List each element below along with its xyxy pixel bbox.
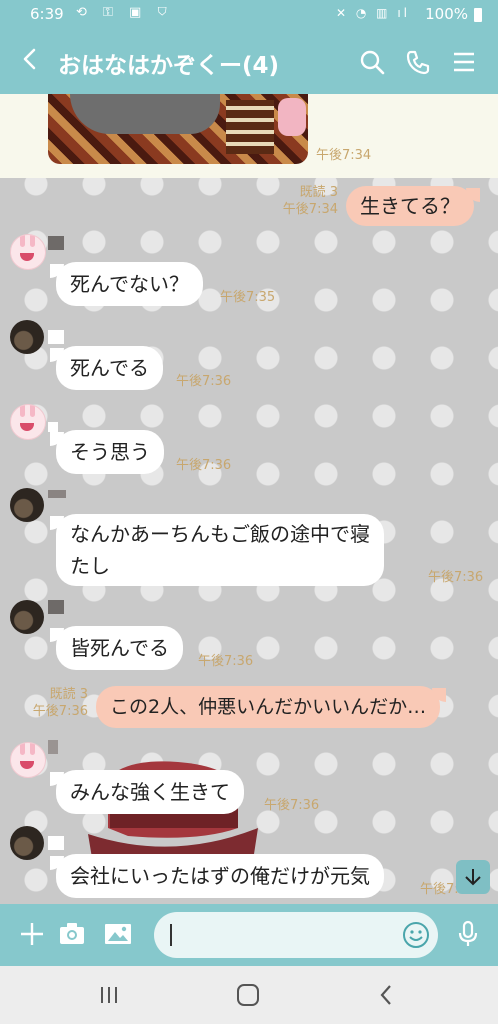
camera-icon[interactable] bbox=[58, 920, 86, 948]
timestamp: 午後7:35 bbox=[220, 290, 276, 305]
timestamp: 午後7:36 bbox=[198, 654, 254, 669]
avatar[interactable] bbox=[10, 826, 44, 860]
avatar[interactable] bbox=[10, 742, 46, 778]
sender-name bbox=[48, 236, 64, 250]
message-bubble-outgoing[interactable]: この2人、仲悪いんだかいいんだか… bbox=[96, 686, 447, 728]
timestamp: 午後7:36 bbox=[176, 374, 232, 389]
timestamp: 午後7: bbox=[420, 882, 459, 897]
status-bar: 6:39 ⟲ ⚿ ▣ ⛉ ✕ ◔ ▥ ıl 100% bbox=[0, 0, 498, 30]
message-bubble-incoming[interactable]: なんかあーちんもご飯の途中で寝 たし bbox=[50, 514, 384, 586]
emoji-icon[interactable] bbox=[402, 921, 430, 949]
back-button[interactable] bbox=[20, 44, 40, 81]
message-input-bar bbox=[0, 904, 498, 966]
battery-icon bbox=[474, 8, 482, 22]
text-caret bbox=[170, 924, 172, 946]
sender-name bbox=[48, 600, 64, 614]
read-receipt: 既読 3 午後7:36 bbox=[22, 686, 88, 720]
chevron-left-icon bbox=[23, 48, 36, 70]
notification-icons: ⟲ ⚿ ▣ ⛉ bbox=[76, 5, 173, 20]
menu-icon[interactable] bbox=[450, 48, 478, 76]
avatar[interactable] bbox=[10, 488, 44, 522]
timestamp: 午後7:36 bbox=[176, 458, 232, 473]
avatar[interactable] bbox=[10, 600, 44, 634]
timestamp: 午後7:36 bbox=[428, 570, 484, 585]
message-bubble-incoming[interactable]: 死んでる bbox=[50, 346, 163, 390]
message-bubble-incoming[interactable]: 死んでない？ bbox=[50, 262, 203, 306]
timestamp: 午後7:34 bbox=[316, 148, 372, 163]
battery-level: 100% bbox=[425, 5, 468, 23]
phone-icon[interactable] bbox=[404, 48, 432, 76]
message-bubble-outgoing[interactable]: 生きてる？ bbox=[346, 186, 480, 226]
avatar[interactable] bbox=[10, 320, 44, 354]
chat-title: おはなはかぞくー(4) bbox=[58, 53, 280, 79]
message-line: たし bbox=[70, 554, 110, 578]
signal-icons: ✕ ◔ ▥ ıl bbox=[336, 6, 410, 20]
arrow-down-icon bbox=[465, 869, 481, 886]
read-receipt: 既読 3 午後7:34 bbox=[270, 184, 338, 218]
scroll-down-button[interactable] bbox=[456, 860, 490, 894]
home-icon[interactable] bbox=[235, 982, 261, 1008]
message-bubble-incoming[interactable]: そう思う bbox=[50, 430, 164, 474]
mic-icon[interactable] bbox=[454, 920, 482, 948]
image-icon[interactable] bbox=[104, 920, 132, 948]
system-nav-bar bbox=[0, 966, 498, 1024]
chat-header: おはなはかぞくー(4) bbox=[0, 30, 498, 94]
chat-area[interactable]: 午後7:34 既読 3 午後7:34 生きてる？ 死んでない？ 午後7:35 死… bbox=[0, 94, 498, 904]
sender-name bbox=[48, 330, 64, 344]
timestamp: 午後7:36 bbox=[32, 704, 88, 719]
message-bubble-incoming[interactable]: 皆死んでる bbox=[50, 626, 183, 670]
photo-pattern bbox=[226, 100, 274, 154]
avatar[interactable] bbox=[10, 234, 46, 270]
message-input[interactable] bbox=[154, 912, 438, 958]
status-time: 6:39 bbox=[30, 5, 64, 23]
back-nav-icon[interactable] bbox=[374, 982, 400, 1008]
avatar[interactable] bbox=[10, 404, 46, 440]
read-count: 既読 3 bbox=[49, 687, 88, 702]
photo-cat bbox=[70, 94, 220, 134]
search-icon[interactable] bbox=[358, 48, 386, 76]
timestamp: 午後7:34 bbox=[282, 202, 338, 217]
plus-icon[interactable] bbox=[18, 920, 46, 948]
shared-photo[interactable] bbox=[48, 94, 308, 164]
photo-figure bbox=[278, 98, 306, 136]
message-bubble-incoming[interactable]: 会社にいったはずの俺だけが元気 bbox=[50, 854, 384, 898]
timestamp: 午後7:36 bbox=[264, 798, 320, 813]
sender-name bbox=[48, 836, 64, 850]
sender-name bbox=[48, 422, 58, 432]
sender-name bbox=[48, 740, 58, 754]
message-bubble-incoming[interactable]: みんな強く生きて bbox=[50, 770, 244, 814]
message-line: なんかあーちんもご飯の途中で寝 bbox=[70, 522, 370, 546]
sender-name bbox=[48, 490, 66, 498]
recent-apps-icon[interactable] bbox=[96, 982, 122, 1008]
read-count: 既読 3 bbox=[299, 185, 338, 200]
